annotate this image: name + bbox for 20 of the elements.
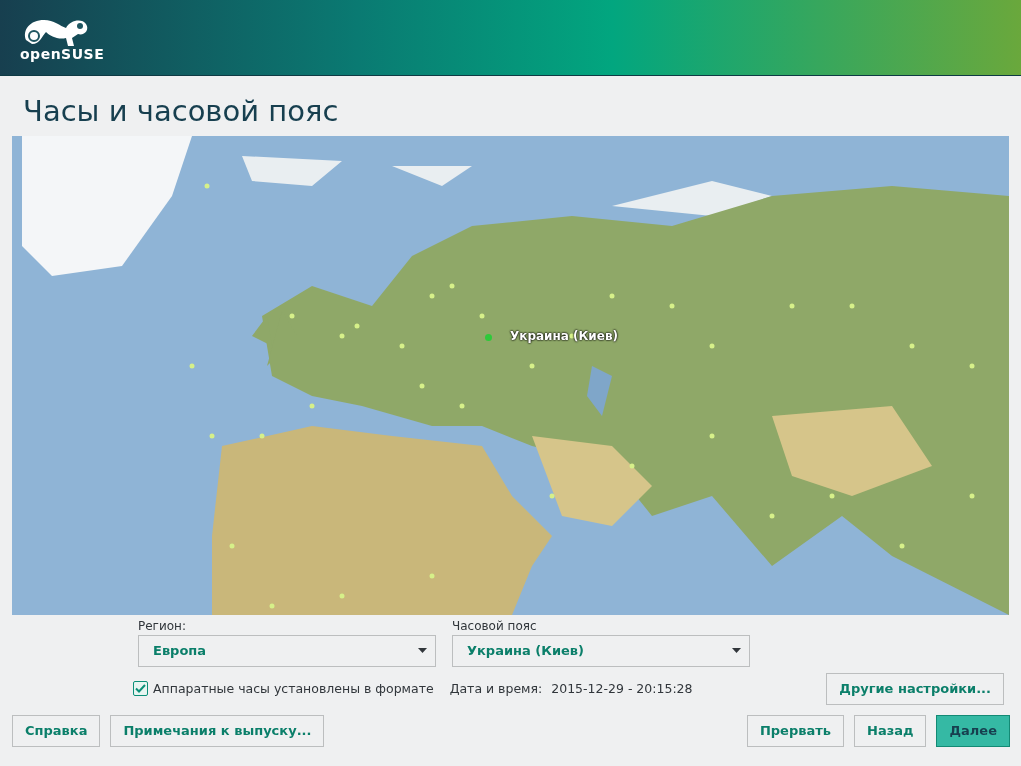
footer-button[interactable]: Справка (12, 714, 101, 747)
footer-button[interactable]: Назад (854, 714, 927, 747)
footer-button[interactable]: Примечания к выпуску... (110, 714, 325, 747)
field-label: Регион: (138, 618, 187, 633)
other-settings-button[interactable]: Другие настройки... (826, 672, 1004, 705)
location-marker-icon (485, 333, 492, 341)
date-time-value: 2015-12-29 - 20:15:28 (551, 681, 693, 697)
dropdown[interactable]: Европа (138, 634, 436, 667)
checkbox[interactable] (133, 681, 148, 697)
caret-icon (418, 648, 427, 654)
page-title: Часы и часовой пояс (23, 96, 340, 128)
map-location-label: Украина (Киев) (510, 328, 618, 343)
logo-text: openSUSE (20, 45, 105, 62)
caret-icon (732, 648, 741, 654)
field-label: Часовой пояс (452, 618, 538, 633)
footer-button[interactable]: Прервать (746, 714, 844, 747)
checkbox-label: Аппаратные часы установлены в формате (153, 681, 434, 697)
dropdown[interactable]: Украина (Киев) (452, 634, 750, 667)
footer-button[interactable]: Далее (936, 714, 1010, 747)
date-time-label: Дата и время: (449, 681, 543, 697)
